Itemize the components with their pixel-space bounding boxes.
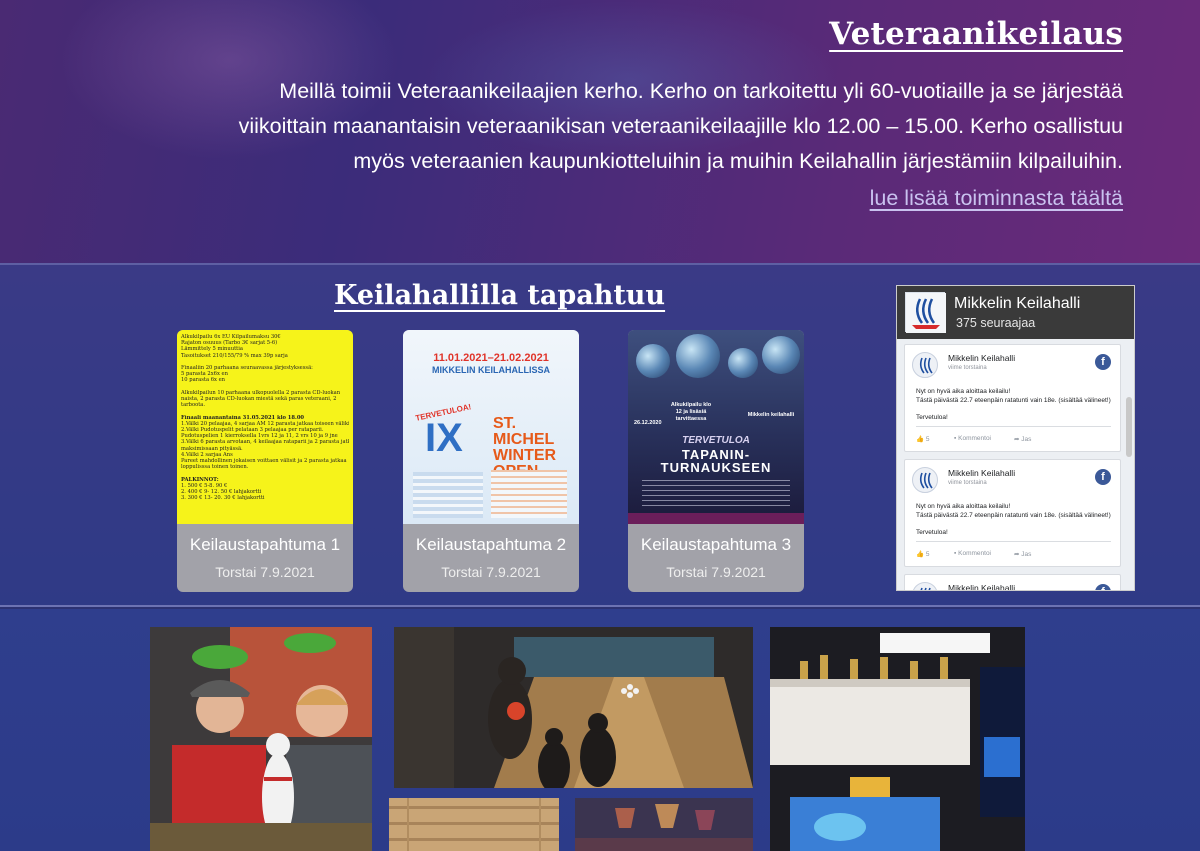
- event-poster-2: 11.01.2021–21.02.2021 MIKKELIN KEILAHALL…: [403, 330, 579, 524]
- poster-3-fineprint: [642, 480, 790, 508]
- post-text: Nyt on hyvä aika aloittaa keilailu! Täst…: [916, 388, 1111, 404]
- divider: [916, 541, 1111, 542]
- gallery-photo-drinks[interactable]: [575, 798, 753, 851]
- poster-1-text: Alkukilpailu 6x EU Kilpailumaksu 30€ Raja…: [181, 334, 349, 501]
- comment-button[interactable]: ▪ Kommentoi: [954, 435, 991, 442]
- share-button[interactable]: ➦ Jas: [1014, 550, 1031, 558]
- poster-2-table-right: [491, 470, 567, 518]
- poster-3-footer-bar: [628, 513, 804, 524]
- facebook-icon[interactable]: f: [1095, 469, 1111, 485]
- events-title: Keilahallilla tapahtuu: [334, 280, 666, 311]
- gallery-photo-kids[interactable]: [150, 627, 372, 851]
- event-card-3[interactable]: 26.12.2020 Alkukilpailu klo 12 ja lisäsi…: [628, 330, 804, 592]
- keilahalli-logo-icon: [920, 587, 931, 590]
- trophy-shelf-illustration: [770, 627, 1025, 851]
- facebook-post: Mikkelin Keilahalli viime torstaina f Ny…: [904, 459, 1121, 567]
- gallery-photo-sauna[interactable]: [389, 798, 559, 851]
- facebook-post: Mikkelin Keilahalli f: [904, 574, 1121, 590]
- like-button[interactable]: 👍 5: [916, 550, 930, 558]
- event-poster-1: Alkukilpailu 6x EU Kilpailumaksu 30€ Raja…: [177, 330, 353, 524]
- poster-2-dates: 11.01.2021–21.02.2021: [433, 352, 549, 364]
- gallery-photo-trophy-shelf[interactable]: [770, 627, 1025, 851]
- poster-1-line: 3.Välki 6 parasta arvotaan, 4 keilaajaa …: [181, 439, 349, 446]
- drinks-illustration: [575, 798, 753, 851]
- facebook-header: Mikkelin Keilahalli 375 seuraajaa: [897, 286, 1134, 339]
- event-poster-3: 26.12.2020 Alkukilpailu klo 12 ja lisäsi…: [628, 330, 804, 524]
- facebook-widget[interactable]: Mikkelin Keilahalli 375 seuraajaa Mikkel…: [896, 285, 1135, 591]
- gallery-photo-bowling-lanes[interactable]: [394, 627, 753, 788]
- ornament-ball: [762, 336, 800, 374]
- event-card-1[interactable]: Alkukilpailu 6x EU Kilpailumaksu 30€ Raja…: [177, 330, 353, 592]
- facebook-followers: 375 seuraajaa: [956, 316, 1036, 330]
- event-card-title: Keilaustapahtuma 3: [640, 535, 792, 554]
- comment-button[interactable]: ▪ Kommentoi: [954, 550, 991, 557]
- post-avatar[interactable]: [912, 352, 938, 378]
- like-button[interactable]: 👍 5: [916, 435, 930, 443]
- event-card-title: Keilaustapahtuma 1: [189, 535, 341, 554]
- post-avatar[interactable]: [912, 467, 938, 493]
- poster-1-line: naista, 2 parasta CD-luokan miestä sekä …: [181, 396, 337, 403]
- ornament-ball: [636, 344, 670, 378]
- poster-2-subtitle: MIKKELIN KEILAHALLISSA: [432, 365, 550, 375]
- post-author[interactable]: Mikkelin Keilahalli: [948, 353, 1015, 363]
- poster-1-line: 3. 300 € 13- 20. 30 € lahjakortti: [181, 495, 265, 502]
- ornament-ball: [676, 334, 720, 378]
- post-actions: 👍 5 ▪ Kommentoi ➦ Jas: [916, 435, 1116, 447]
- comment-label: Kommentoi: [958, 435, 991, 442]
- read-more-link[interactable]: lue lisää toiminnasta täältä: [870, 186, 1123, 211]
- veteran-description: Meillä toimii Veteraanikeilaajien kerho.…: [123, 74, 1123, 179]
- post-actions: 👍 5 ▪ Kommentoi ➦ Jas: [916, 550, 1116, 562]
- share-label: Jas: [1021, 551, 1032, 558]
- event-card-date: Torstai 7.9.2021: [441, 564, 541, 580]
- veteran-section: Veteraanikeilaus Meillä toimii Veteraani…: [0, 0, 1200, 263]
- photo-gallery: [0, 609, 1200, 851]
- veteran-title: Veteraanikeilaus: [829, 16, 1123, 52]
- post-text: Nyt on hyvä aika aloittaa keilailu! Täst…: [916, 503, 1111, 519]
- post-author[interactable]: Mikkelin Keilahalli: [948, 583, 1015, 590]
- facebook-feed[interactable]: Mikkelin Keilahalli viime torstaina f Ny…: [897, 339, 1134, 590]
- post-time[interactable]: viime torstaina: [948, 365, 987, 371]
- share-button[interactable]: ➦ Jas: [1014, 435, 1031, 443]
- events-section: Keilahallilla tapahtuu Alkukilpailu 6x E…: [0, 263, 1200, 607]
- poster-3-title: TAPANIN-TURNAUKSEEN: [660, 447, 772, 475]
- comment-label: Kommentoi: [958, 550, 991, 557]
- veteran-line-3: myös veteraanien kaupunkiotteluihin ja m…: [353, 149, 1123, 173]
- feed-scrollbar[interactable]: [1126, 397, 1132, 457]
- event-card-title: Keilaustapahtuma 2: [415, 535, 567, 554]
- poster-3-info: Alkukilpailu klo 12 ja lisäsiä tarvittae…: [670, 402, 712, 422]
- keilahalli-logo-icon: [906, 293, 946, 333]
- keilahalli-logo-icon: [919, 472, 933, 489]
- veteran-line-1: Meillä toimii Veteraanikeilaajien kerho.…: [279, 79, 1123, 103]
- like-count: 5: [925, 551, 930, 558]
- keilahalli-logo-icon: [919, 357, 933, 374]
- keilahalli-logo[interactable]: [905, 292, 946, 333]
- poster-3-date: 26.12.2020: [634, 420, 662, 426]
- facebook-icon[interactable]: f: [1095, 354, 1111, 370]
- kids-photo-illustration: [150, 627, 372, 851]
- post-author[interactable]: Mikkelin Keilahalli: [948, 468, 1015, 478]
- post-extra: Tervetuloa!: [916, 414, 948, 421]
- poster-3-venue: Mikkelin keilahalli: [747, 412, 795, 418]
- share-label: Jas: [1021, 436, 1032, 443]
- post-time[interactable]: viime torstaina: [948, 480, 987, 486]
- like-count: 5: [925, 436, 930, 443]
- bowling-lanes-illustration: [394, 627, 753, 788]
- sauna-illustration: [389, 798, 559, 851]
- poster-2-big-number: IX: [425, 416, 463, 460]
- post-avatar[interactable]: [912, 582, 938, 590]
- event-card-date: Torstai 7.9.2021: [666, 564, 766, 580]
- poster-2-table-left: [413, 472, 483, 518]
- divider: [916, 426, 1111, 427]
- post-extra: Tervetuloa!: [916, 529, 948, 536]
- event-card-2[interactable]: 11.01.2021–21.02.2021 MIKKELIN KEILAHALL…: [403, 330, 579, 592]
- facebook-icon[interactable]: f: [1095, 584, 1111, 590]
- facebook-post: Mikkelin Keilahalli viime torstaina f Ny…: [904, 344, 1121, 452]
- poster-3-welcome: TERVETULOA: [682, 435, 750, 446]
- facebook-page-name[interactable]: Mikkelin Keilahalli: [954, 295, 1080, 313]
- veteran-line-2: viikoittain maanantaisin veteraanikisan …: [238, 114, 1123, 138]
- ornament-ball: [728, 348, 758, 378]
- event-card-date: Torstai 7.9.2021: [215, 564, 315, 580]
